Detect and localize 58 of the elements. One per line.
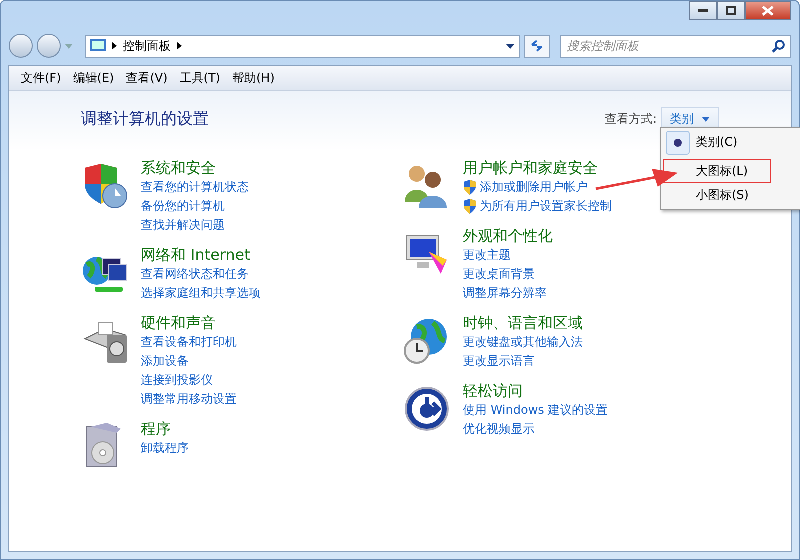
menu-option[interactable]: 类别(C) <box>663 130 800 154</box>
breadcrumb[interactable]: 控制面板 <box>123 38 171 54</box>
close-button[interactable] <box>745 1 791 20</box>
close-icon <box>762 6 774 16</box>
view-by-label: 查看方式: <box>604 111 657 128</box>
task-link[interactable]: 添加设备 <box>141 352 189 371</box>
maximize-button[interactable] <box>717 1 745 20</box>
search-icon[interactable] <box>772 40 785 52</box>
refresh-icon <box>530 40 544 52</box>
task-link[interactable]: 更改键盘或其他输入法 <box>463 333 583 352</box>
category-title[interactable]: 系统和安全 <box>141 158 249 178</box>
task-link[interactable]: 查看设备和打印机 <box>141 333 237 352</box>
control-panel-icon <box>90 39 106 53</box>
page-title: 调整计算机的设置 <box>81 109 209 130</box>
category-title[interactable]: 网络和 Internet <box>141 245 261 265</box>
task-link[interactable]: 调整常用移动设置 <box>141 390 237 409</box>
task-link[interactable]: 查看您的计算机状态 <box>141 178 249 197</box>
back-button[interactable] <box>9 34 33 58</box>
menu-item[interactable]: 帮助(H) <box>226 68 281 88</box>
menu-item[interactable]: 工具(T) <box>174 68 226 88</box>
task-link[interactable]: 调整屏幕分辨率 <box>463 284 547 303</box>
task-link[interactable]: 卸载程序 <box>141 439 189 458</box>
category-title[interactable]: 时钟、语言和区域 <box>463 313 583 333</box>
minimize-icon <box>698 8 708 12</box>
chevron-icon <box>112 42 117 50</box>
task-link[interactable]: 更改主题 <box>463 246 511 265</box>
menu-option[interactable]: 小图标(S) <box>663 183 800 207</box>
radio-indicator-icon <box>666 131 690 155</box>
task-link[interactable]: 使用 Windows 建议的设置 <box>463 401 608 420</box>
caret-icon <box>702 117 710 122</box>
chevron-icon <box>177 42 182 50</box>
search-field[interactable]: 搜索控制面板 <box>560 34 791 58</box>
maximize-icon <box>726 6 736 15</box>
address-bar[interactable]: 控制面板 <box>85 34 520 58</box>
task-link[interactable]: 选择家庭组和共享选项 <box>141 284 261 303</box>
task-link[interactable]: 为所有用户设置家长控制 <box>480 197 612 216</box>
refresh-button[interactable] <box>524 34 550 58</box>
minimize-button[interactable] <box>689 1 717 20</box>
task-link[interactable]: 更改桌面背景 <box>463 265 535 284</box>
task-link[interactable]: 添加或删除用户帐户 <box>480 178 588 197</box>
category-title[interactable]: 外观和个性化 <box>463 226 553 246</box>
category-title[interactable]: 程序 <box>141 419 189 439</box>
task-link[interactable]: 优化视频显示 <box>463 420 535 439</box>
task-link[interactable]: 备份您的计算机 <box>141 197 225 216</box>
task-link[interactable]: 查看网络状态和任务 <box>141 265 249 284</box>
menu-option[interactable]: 大图标(L) <box>663 159 771 183</box>
category-title[interactable]: 硬件和声音 <box>141 313 237 333</box>
access-category-icon[interactable] <box>403 385 451 433</box>
menu-item[interactable]: 编辑(E) <box>67 68 120 88</box>
task-link[interactable]: 查找并解决问题 <box>141 216 225 235</box>
forward-button[interactable] <box>37 34 61 58</box>
menu-item[interactable]: 文件(F) <box>15 68 68 88</box>
category-title[interactable]: 用户帐户和家庭安全 <box>463 158 612 178</box>
category-title[interactable]: 轻松访问 <box>463 381 608 401</box>
caret-icon[interactable] <box>506 44 515 48</box>
task-link[interactable]: 更改显示语言 <box>463 352 535 371</box>
task-link[interactable]: 连接到投影仪 <box>141 371 213 390</box>
menu-item[interactable]: 查看(V) <box>120 68 174 88</box>
